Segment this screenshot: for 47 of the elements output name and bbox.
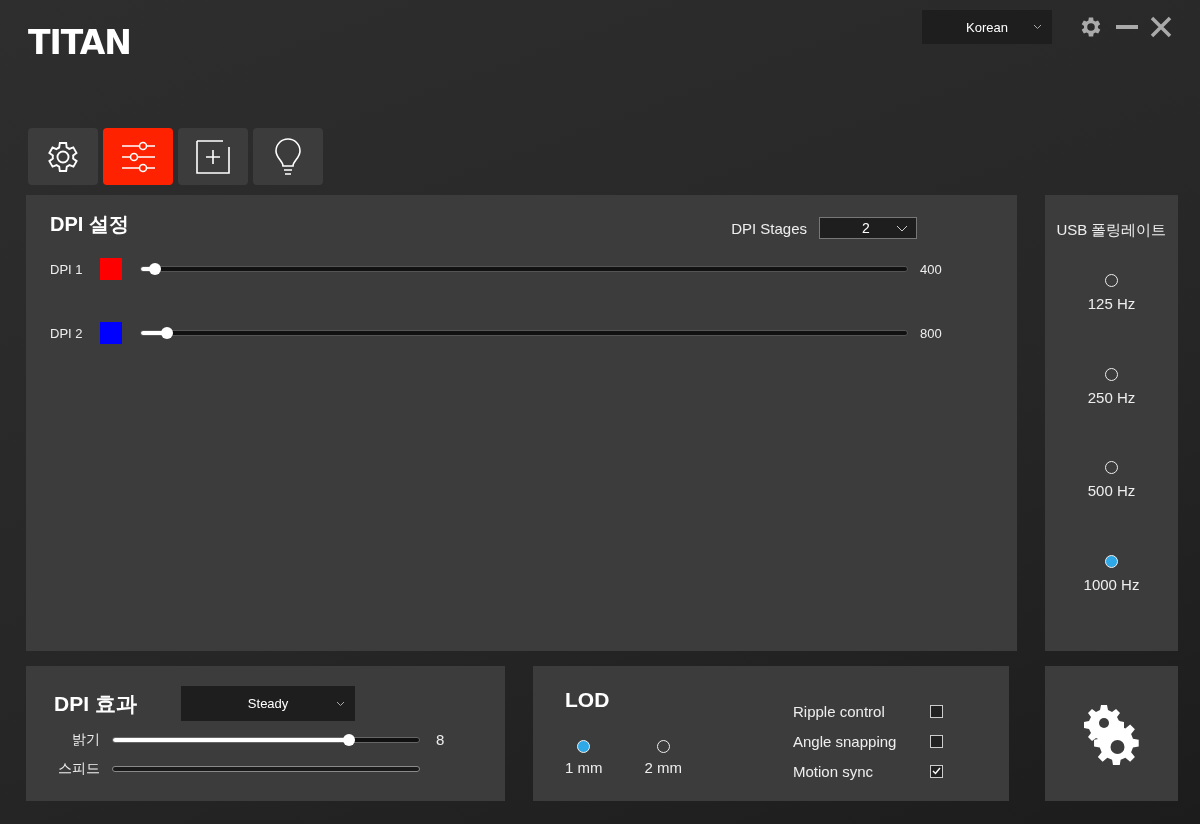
color-swatch[interactable] [100,258,122,280]
radio-label: 250 Hz [1087,388,1136,406]
slider-value: 8 [436,731,445,748]
logo: TITAN [28,26,131,60]
stages-label: DPI Stages [731,219,807,237]
panel-title: USB 폴링레이트 [1056,221,1167,240]
slider-label: 밝기 [71,730,101,749]
slider-label: 스피드 [57,759,101,778]
panel-title: DPI 설정 [50,212,129,237]
radio-button[interactable] [1105,554,1118,568]
effect-dropdown[interactable]: Steady [180,686,355,721]
dpi-value: 400 [920,261,942,277]
advanced-settings-button[interactable] [1045,666,1178,801]
dpi-label: DPI 2 [50,325,84,341]
dpi-value: 800 [920,325,942,341]
dpi-slider[interactable] [140,330,908,336]
dpi-slider[interactable] [140,266,908,272]
chevron-icon [335,700,345,707]
tab[interactable] [28,128,98,185]
close-icon[interactable] [1150,16,1172,38]
radio-label: 500 Hz [1087,482,1136,499]
chevron-icon [896,224,908,232]
checkbox[interactable] [930,704,943,718]
language-dropdown[interactable]: Korean [922,10,1052,44]
tab[interactable] [253,128,323,185]
minimize-icon[interactable] [1116,24,1138,30]
checkbox[interactable] [930,764,943,778]
checkbox-label: Angle snapping [793,732,897,750]
plus-square-icon [195,138,231,175]
stages-dropdown[interactable]: 2 [819,217,917,239]
radio-button[interactable] [577,740,591,753]
lightbulb-icon [274,137,302,176]
tab[interactable] [178,128,248,185]
checkbox-label: Motion sync [793,762,874,780]
radio-label: 1 mm [565,759,603,776]
checkbox[interactable] [930,734,943,748]
panel-title: LOD [565,688,611,712]
checkbox-label: Ripple control [793,702,885,720]
chevron-icon [1033,24,1042,30]
effect-slider[interactable] [112,736,420,743]
panel-title: DPI 효과 [54,690,137,717]
radio-label: 2 mm [644,759,682,776]
radio-label: 125 Hz [1087,295,1136,312]
radio-label: 1000 Hz [1083,575,1140,593]
color-swatch[interactable] [100,322,122,344]
dpi-label: DPI 1 [50,261,84,277]
sliders-icon [121,140,155,173]
